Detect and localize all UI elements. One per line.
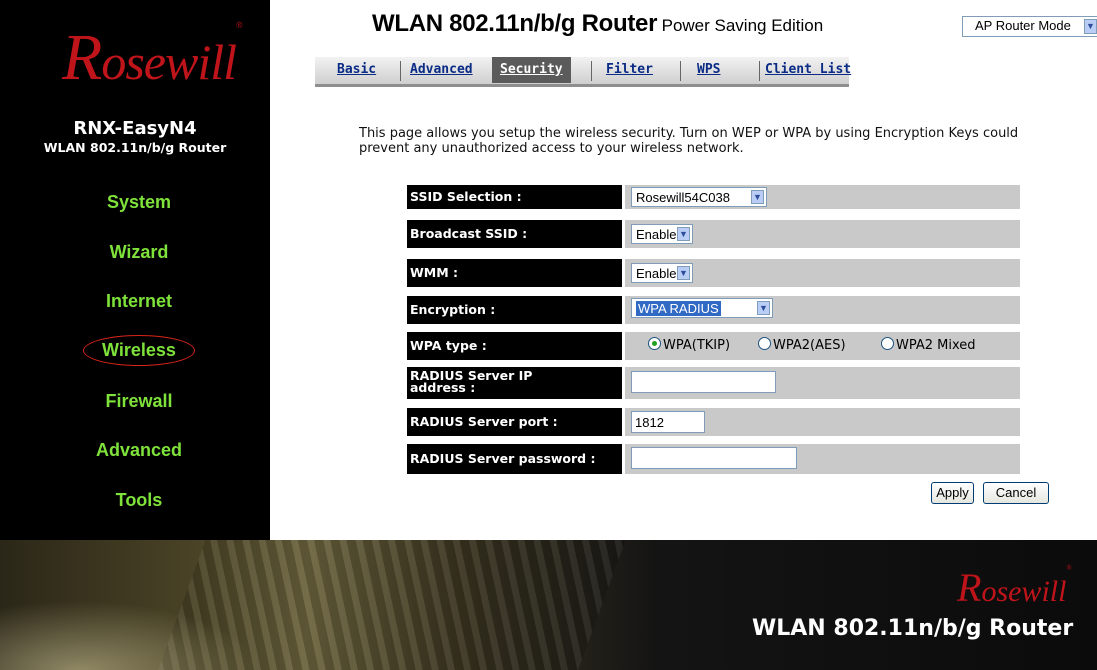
footer-banner: Rosewill® WLAN 802.11n/b/g Router [0,540,1097,670]
encryption-label: Encryption : [407,296,622,324]
model-name: RNX-EasyN4 [73,118,197,139]
wpa2-aes-radio[interactable]: WPA2(AES) [758,337,846,353]
header-subtitle: Power Saving Edition [661,16,824,35]
nav-advanced[interactable]: Advanced [0,438,278,463]
tab-client-list[interactable]: Client List [765,62,851,77]
ssid-select[interactable]: Rosewill54C038 ▼ [631,187,767,207]
tab-divider [400,61,401,81]
wpa-tkip-radio[interactable]: WPA(TKIP) [648,337,730,353]
broadcast-ssid-label: Broadcast SSID : [407,220,622,248]
nav-tools[interactable]: Tools [0,488,278,513]
sidebar: Rosewill® RNX-EasyN4 WLAN 802.11n/b/g Ro… [0,0,270,540]
chevron-down-icon: ▼ [757,301,770,315]
wmm-label: WMM : [407,259,622,287]
tab-divider [680,61,681,81]
model-subtitle: WLAN 802.11n/b/g Router [43,140,227,155]
rosewill-logo: Rosewill® [62,20,243,94]
row-encryption: Encryption : WPA RADIUS ▼ [407,296,1020,324]
tab-filter[interactable]: Filter [606,62,653,77]
footer-model-text: WLAN 802.11n/b/g Router [752,616,1074,641]
nav-firewall[interactable]: Firewall [0,389,278,414]
nav-system[interactable]: System [0,190,278,215]
nav-wizard[interactable]: Wizard [0,240,278,265]
radio-icon [758,337,771,350]
row-wpa-type: WPA type : WPA(TKIP) WPA2(AES) WPA2 Mixe… [407,332,1020,360]
broadcast-ssid-select[interactable]: Enable ▼ [631,224,693,244]
chevron-down-icon: ▼ [1084,19,1097,34]
page-description: This page allows you setup the wireless … [359,126,1019,156]
tab-advanced[interactable]: Advanced [410,62,473,77]
chevron-down-icon: ▼ [751,190,764,204]
encryption-select[interactable]: WPA RADIUS ▼ [631,298,773,318]
row-radius-password: RADIUS Server password : [407,444,1020,474]
row-broadcast-ssid: Broadcast SSID : Enable ▼ [407,220,1020,248]
chevron-down-icon: ▼ [677,227,690,241]
radio-selected-icon [648,337,661,350]
header-title: WLAN 802.11n/b/g Router [372,10,658,37]
chevron-down-icon: ▼ [677,266,690,280]
radius-ip-label: RADIUS Server IP address : [407,367,622,399]
wpa2-mixed-radio[interactable]: WPA2 Mixed [881,337,976,353]
nav-internet[interactable]: Internet [0,289,278,314]
radius-password-input[interactable] [631,447,797,469]
row-wmm: WMM : Enable ▼ [407,259,1020,287]
mode-select[interactable]: AP Router Mode ▼ [962,16,1097,37]
apply-button[interactable]: Apply [931,482,974,504]
row-ssid-selection: SSID Selection : Rosewill54C038 ▼ [407,185,1020,209]
tab-bar: Basic Advanced Security Filter WPS Clien… [315,57,851,87]
cancel-button[interactable]: Cancel [983,482,1049,504]
wmm-select[interactable]: Enable ▼ [631,263,693,283]
radius-password-label: RADIUS Server password : [407,444,622,474]
page-header: WLAN 802.11n/b/g Router Power Saving Edi… [372,10,823,38]
ssid-selection-label: SSID Selection : [407,185,622,209]
footer-glow [0,600,260,670]
row-radius-ip: RADIUS Server IP address : [407,367,1020,399]
radio-icon [881,337,894,350]
radius-ip-input[interactable] [631,371,776,393]
tab-divider [759,61,760,81]
tab-wps[interactable]: WPS [697,62,720,77]
tab-divider [591,61,592,81]
wpa-type-label: WPA type : [407,332,622,360]
radius-port-input[interactable]: 1812 [631,411,705,433]
tab-security[interactable]: Security [492,57,571,83]
radius-port-label: RADIUS Server port : [407,408,622,436]
nav-wireless[interactable]: Wireless [0,335,278,366]
tab-basic[interactable]: Basic [337,62,376,77]
row-radius-port: RADIUS Server port : 1812 [407,408,1020,436]
footer-rosewill-logo: Rosewill® [957,564,1072,610]
